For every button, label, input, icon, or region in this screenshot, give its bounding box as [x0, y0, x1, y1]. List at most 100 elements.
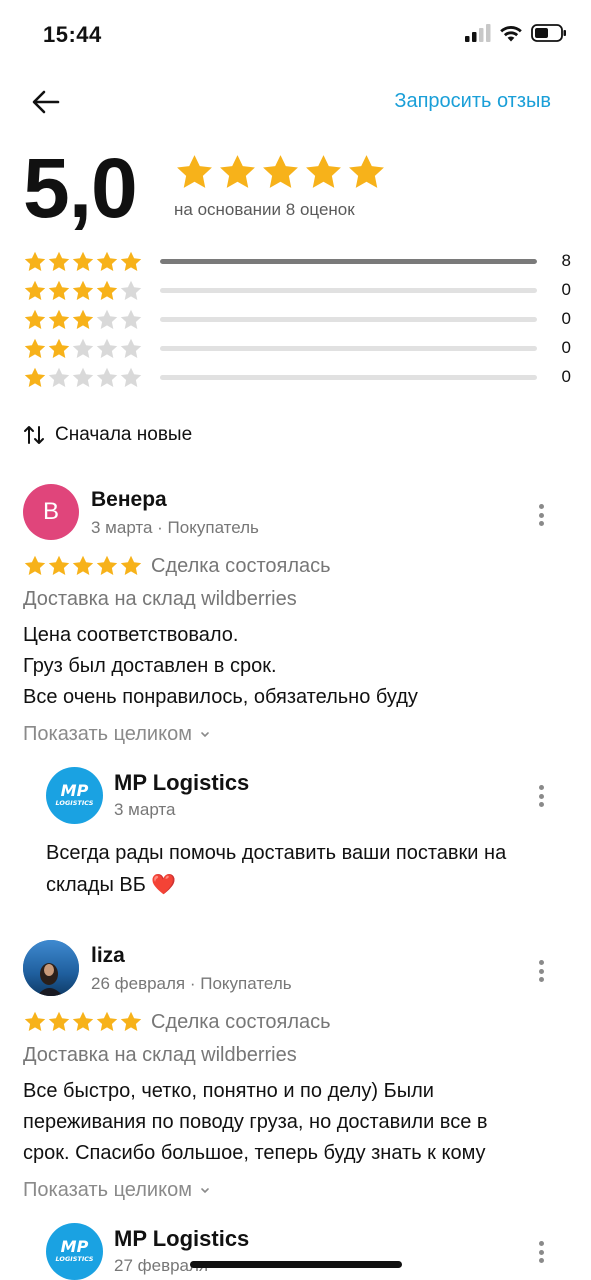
star-filled-icon	[263, 155, 298, 188]
kebab-dot-icon	[538, 977, 544, 982]
star-filled-icon	[48, 280, 70, 300]
sort-selector[interactable]: Сначала новые	[23, 424, 192, 446]
distribution-row: 0	[23, 334, 571, 363]
show-full-label: Показать целиком	[23, 1179, 192, 1201]
kebab-dot-icon	[538, 785, 544, 790]
top-bar: Запросить отзыв	[0, 78, 591, 124]
reviewer-name: liza	[91, 944, 125, 967]
distribution-stars	[23, 250, 148, 274]
reply-more-button[interactable]	[531, 1239, 551, 1265]
star-empty-icon	[120, 280, 142, 300]
mp-logistics-logo: MP LOGISTICS	[56, 781, 94, 807]
average-rating-stars	[174, 152, 387, 193]
distribution-stars	[23, 337, 148, 361]
star-filled-icon	[177, 155, 212, 188]
distribution-bar	[160, 259, 537, 264]
reply-text-line: склады ВБ ❤️	[46, 874, 177, 896]
request-review-link[interactable]: Запросить отзыв	[394, 90, 551, 113]
review-text-line: Цена соответствовало.	[23, 624, 239, 646]
user-photo-icon	[23, 940, 79, 996]
review-card: В Венера 3 марта · Покупатель Сделка сос…	[0, 470, 591, 920]
star-empty-icon	[72, 338, 94, 358]
reply-author: MP Logistics	[114, 770, 250, 795]
kebab-dot-icon	[538, 1258, 544, 1263]
distribution-bar	[160, 346, 537, 351]
star-empty-icon	[96, 309, 118, 329]
status-time: 15:44	[43, 22, 102, 47]
deal-status: Сделка состоялась	[151, 1010, 331, 1033]
reviewer-name: Венера	[91, 488, 167, 511]
star-filled-icon	[48, 251, 70, 271]
distribution-stars	[23, 279, 148, 303]
distribution-bar	[160, 375, 537, 380]
star-filled-icon	[96, 555, 118, 575]
distribution-stars	[23, 308, 148, 332]
svg-text:LOGISTICS: LOGISTICS	[56, 1255, 94, 1263]
average-rating: 5,0	[23, 141, 138, 235]
star-filled-icon	[72, 309, 94, 329]
rating-distribution: 8 0 0 0 0	[23, 247, 571, 392]
company-logo: MP LOGISTICS	[46, 767, 103, 824]
show-full-button[interactable]: Показать целиком	[23, 723, 210, 746]
reply-text-line: Всегда рады помочь доставить ваши постав…	[46, 842, 507, 864]
star-filled-icon	[48, 309, 70, 329]
star-empty-icon	[120, 309, 142, 329]
distribution-bar-fill	[160, 259, 537, 264]
star-filled-icon	[306, 155, 341, 188]
star-filled-icon	[220, 155, 255, 188]
distribution-row: 0	[23, 276, 571, 305]
svg-text:MP: MP	[61, 781, 89, 800]
reply-author: MP Logistics	[114, 1226, 250, 1251]
star-filled-icon	[120, 1011, 142, 1031]
kebab-dot-icon	[538, 521, 544, 526]
star-empty-icon	[120, 338, 142, 358]
review-stars	[23, 1010, 143, 1034]
distribution-count: 0	[561, 309, 571, 328]
review-rating: Сделка состоялась	[23, 554, 331, 578]
star-filled-icon	[349, 155, 384, 188]
review-more-button[interactable]	[531, 502, 551, 528]
rating-basis-text: на основании 8 оценок	[174, 200, 355, 219]
company-logo: MP LOGISTICS	[46, 1223, 103, 1280]
status-icons	[465, 24, 567, 42]
star-empty-icon	[48, 367, 70, 387]
battery-icon	[531, 24, 566, 42]
review-more-button[interactable]	[531, 958, 551, 984]
chevron-down-icon	[201, 731, 209, 737]
back-button[interactable]	[28, 84, 64, 120]
cellular-signal-icon	[465, 24, 491, 42]
review-rating: Сделка состоялась	[23, 1010, 331, 1034]
distribution-count: 0	[561, 280, 571, 299]
distribution-row: 8	[23, 247, 571, 276]
star-empty-icon	[96, 367, 118, 387]
kebab-dot-icon	[538, 504, 544, 509]
star-filled-icon	[72, 1011, 94, 1031]
kebab-dot-icon	[538, 1249, 544, 1255]
sort-arrows-icon	[24, 426, 44, 444]
home-indicator[interactable]	[190, 1261, 402, 1268]
kebab-dot-icon	[538, 512, 544, 518]
star-filled-icon	[48, 1011, 70, 1031]
review-text-line: Все очень понравилось, обязательно буду	[23, 686, 418, 708]
reply-more-button[interactable]	[531, 783, 551, 809]
review-text-line: Все быстро, четко, понятно и по делу) Бы…	[23, 1080, 434, 1102]
avatar	[23, 940, 79, 996]
distribution-bar	[160, 288, 537, 293]
chevron-down-icon	[201, 1187, 209, 1193]
review-text-line: Груз был доставлен в срок.	[23, 655, 277, 677]
sort-label: Сначала новые	[55, 424, 193, 445]
wifi-icon	[500, 26, 522, 42]
distribution-row: 0	[23, 305, 571, 334]
deal-status: Сделка состоялась	[151, 554, 331, 577]
distribution-count: 0	[561, 367, 571, 386]
star-filled-icon	[24, 338, 46, 358]
reply-date: 3 марта	[114, 800, 176, 819]
show-full-button[interactable]: Показать целиком	[23, 1179, 210, 1202]
kebab-dot-icon	[538, 793, 544, 799]
svg-text:LOGISTICS: LOGISTICS	[56, 799, 94, 807]
kebab-dot-icon	[538, 802, 544, 807]
star-filled-icon	[120, 251, 142, 271]
star-filled-icon	[96, 1011, 118, 1031]
star-empty-icon	[96, 338, 118, 358]
review-text: Все быстро, четко, понятно и по делу) Бы…	[23, 1076, 543, 1169]
